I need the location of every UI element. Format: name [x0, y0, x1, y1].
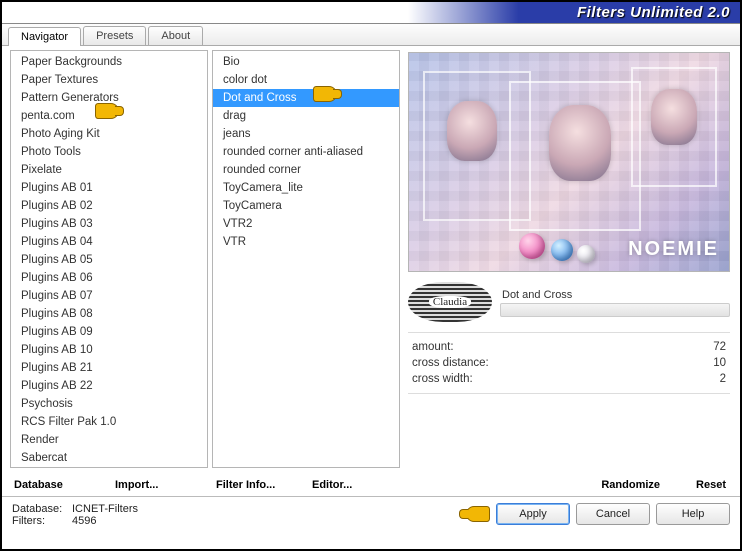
filters-count-value: 4596: [72, 515, 96, 527]
main-panel: Paper BackgroundsPaper TexturesPattern G…: [2, 46, 740, 496]
category-item[interactable]: Paper Backgrounds: [11, 53, 207, 71]
filter-list[interactable]: Biocolor dotDot and Crossdragjeansrounde…: [212, 50, 400, 468]
app-title: Filters Unlimited 2.0: [577, 4, 730, 21]
param-row-amount[interactable]: amount: 72: [406, 339, 732, 355]
param-label: cross width:: [412, 373, 473, 385]
preview-watermark: NOEMIE: [628, 238, 719, 261]
filter-item[interactable]: color dot: [213, 71, 399, 89]
reset-button[interactable]: Reset: [692, 476, 730, 494]
footer-info: Database: ICNET-Filters Filters: 4596: [12, 503, 138, 527]
filter-info-button[interactable]: Filter Info...: [212, 476, 304, 494]
category-item[interactable]: Plugins AB 10: [11, 341, 207, 359]
param-value: 10: [713, 357, 726, 369]
filter-item[interactable]: VTR2: [213, 215, 399, 233]
editor-button[interactable]: Editor...: [308, 476, 400, 494]
param-value: 72: [713, 341, 726, 353]
claudia-logo: Claudia: [408, 282, 492, 322]
category-item[interactable]: Plugins AB 02: [11, 197, 207, 215]
filter-column: Biocolor dotDot and Crossdragjeansrounde…: [212, 50, 400, 496]
title-bar: Filters Unlimited 2.0: [2, 2, 740, 24]
param-value: 2: [720, 373, 726, 385]
category-item[interactable]: Render: [11, 431, 207, 449]
category-item[interactable]: Plugins AB 01: [11, 179, 207, 197]
filter-item[interactable]: rounded corner anti-aliased: [213, 143, 399, 161]
database-value: ICNET-Filters: [72, 503, 138, 515]
category-item[interactable]: Photo Tools: [11, 143, 207, 161]
database-label: Database:: [12, 503, 72, 515]
category-item[interactable]: Plugins AB 05: [11, 251, 207, 269]
category-item[interactable]: Sapphire Filters 01: [11, 467, 207, 468]
filter-item[interactable]: VTR: [213, 233, 399, 251]
randomize-button[interactable]: Randomize: [597, 476, 664, 494]
param-title: Dot and Cross: [500, 287, 730, 303]
tab-strip: Navigator Presets About: [2, 24, 740, 46]
filter-item[interactable]: ToyCamera: [213, 197, 399, 215]
separator: [408, 393, 730, 394]
tab-presets[interactable]: Presets: [83, 26, 146, 45]
category-item[interactable]: Pixelate: [11, 161, 207, 179]
cancel-button[interactable]: Cancel: [576, 503, 650, 525]
preview-column: NOEMIE Claudia Dot and Cross amount: 72 …: [406, 50, 732, 496]
category-item[interactable]: RCS Filter Pak 1.0: [11, 413, 207, 431]
category-item[interactable]: Plugins AB 03: [11, 215, 207, 233]
param-row-cross-distance[interactable]: cross distance: 10: [406, 355, 732, 371]
category-item[interactable]: Plugins AB 09: [11, 323, 207, 341]
category-item[interactable]: Plugins AB 06: [11, 269, 207, 287]
filter-item[interactable]: Dot and Cross: [213, 89, 399, 107]
filter-item[interactable]: rounded corner: [213, 161, 399, 179]
import-button[interactable]: Import...: [111, 476, 208, 494]
param-header: Claudia Dot and Cross: [408, 280, 730, 324]
category-item[interactable]: Plugins AB 21: [11, 359, 207, 377]
apply-button[interactable]: Apply: [496, 503, 570, 525]
tab-navigator[interactable]: Navigator: [8, 27, 81, 46]
tab-about[interactable]: About: [148, 26, 203, 45]
filter-item[interactable]: drag: [213, 107, 399, 125]
filter-item[interactable]: Bio: [213, 53, 399, 71]
category-item[interactable]: Plugins AB 07: [11, 287, 207, 305]
param-row-cross-width[interactable]: cross width: 2: [406, 371, 732, 387]
filter-item[interactable]: jeans: [213, 125, 399, 143]
category-item[interactable]: Sabercat: [11, 449, 207, 467]
category-item[interactable]: Plugins AB 22: [11, 377, 207, 395]
preview-image: NOEMIE: [408, 52, 730, 272]
filters-count-label: Filters:: [12, 515, 72, 527]
category-list[interactable]: Paper BackgroundsPaper TexturesPattern G…: [10, 50, 208, 468]
help-button[interactable]: Help: [656, 503, 730, 525]
database-button[interactable]: Database: [10, 476, 107, 494]
param-label: amount:: [412, 341, 454, 353]
filter-item[interactable]: ToyCamera_lite: [213, 179, 399, 197]
footer: Database: ICNET-Filters Filters: 4596 Ap…: [2, 496, 740, 546]
category-item[interactable]: Paper Textures: [11, 71, 207, 89]
category-item[interactable]: Plugins AB 04: [11, 233, 207, 251]
category-item[interactable]: Plugins AB 08: [11, 305, 207, 323]
param-label: cross distance:: [412, 357, 489, 369]
category-item[interactable]: Pattern Generators: [11, 89, 207, 107]
category-item[interactable]: Psychosis: [11, 395, 207, 413]
separator: [408, 332, 730, 333]
category-item[interactable]: Photo Aging Kit: [11, 125, 207, 143]
category-item[interactable]: penta.com: [11, 107, 207, 125]
param-progress: [500, 303, 730, 317]
category-column: Paper BackgroundsPaper TexturesPattern G…: [10, 50, 208, 496]
pointer-icon: [466, 504, 494, 524]
